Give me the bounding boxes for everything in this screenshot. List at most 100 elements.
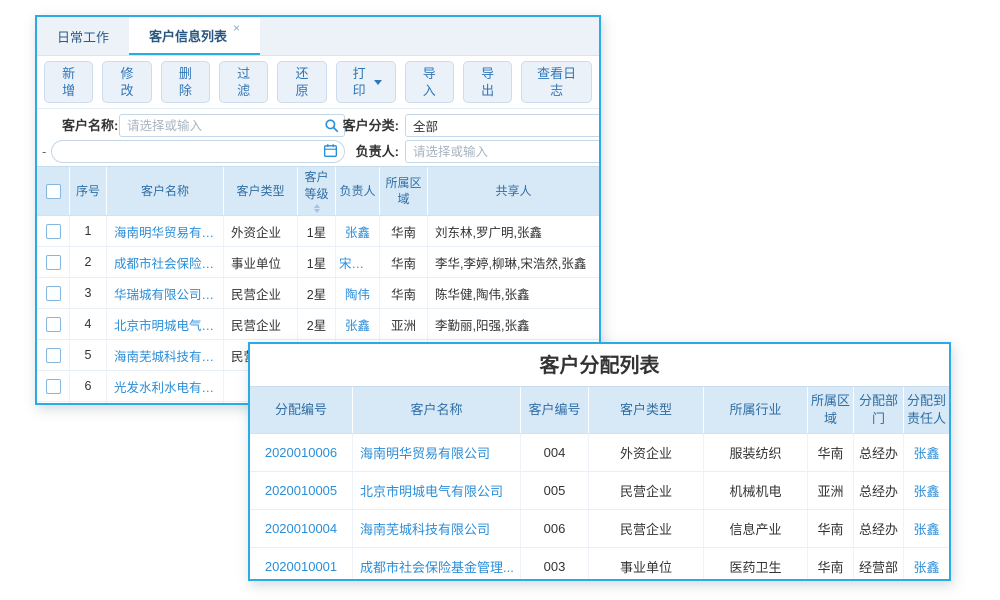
department-cell: 总经办 [854, 510, 904, 547]
customer-name-cell: 海南芜城科技有限公司 [353, 510, 521, 547]
customer-category-select[interactable] [405, 114, 601, 137]
table-row: 4北京市明城电气有限公司民营企业2星张鑫亚洲李勤丽,阳强,张鑫 [37, 309, 599, 340]
checkbox-cell [37, 247, 70, 277]
shared-with-cell: 刘东林,罗广明,张鑫 [428, 216, 599, 246]
toolbar: 新增修改删除过滤还原打印 导入导出查看日志 [37, 56, 599, 109]
row-checkbox[interactable] [46, 379, 61, 394]
tab-customer-info-list[interactable]: 客户信息列表× [129, 17, 260, 55]
customer-name-link[interactable]: 海南明华贸易有限公司 [360, 443, 490, 462]
owner-cell: 陶伟 [336, 278, 380, 308]
customer-code-cell: 006 [521, 510, 589, 547]
column-header: 客户编号 [521, 387, 589, 433]
row-checkbox[interactable] [46, 348, 61, 363]
restore-button[interactable]: 还原 [277, 61, 326, 103]
customer-type-cell: 民营企业 [224, 309, 298, 339]
date-input[interactable] [51, 140, 345, 163]
button-label: 修改 [116, 65, 137, 99]
owner-link[interactable]: 张鑫 [345, 315, 370, 334]
row-checkbox[interactable] [46, 224, 61, 239]
checkbox-cell [37, 216, 70, 246]
caret-down-icon [374, 80, 382, 85]
customer-type-cell: 民营企业 [224, 278, 298, 308]
customer-name-link[interactable]: 北京市明城电气有限公司 [114, 315, 220, 334]
checkbox-cell [37, 340, 70, 370]
button-label: 打印 [350, 65, 369, 99]
industry-cell: 机械机电 [704, 472, 808, 509]
row-number-cell: 2 [70, 247, 107, 277]
allocation-table: 分配编号客户名称客户编号客户类型所属行业所属区域分配部门分配到责任人 20200… [250, 386, 949, 581]
import-button[interactable]: 导入 [405, 61, 454, 103]
filter-area: 客户名称: 客户分类: - 负责人: [37, 109, 599, 166]
add-button[interactable]: 新增 [44, 61, 93, 103]
column-header: 客户类型 [224, 167, 298, 215]
assignee-link[interactable]: 张鑫 [913, 557, 939, 576]
delete-button[interactable]: 删除 [161, 61, 210, 103]
column-header: 共享人 [428, 167, 599, 215]
customer-name-link[interactable]: 海南明华贸易有限公司 [114, 222, 220, 241]
print-button[interactable]: 打印 [336, 61, 396, 103]
column-header: 分配到责任人 [904, 387, 949, 433]
customer-name-link[interactable]: 成都市社会保险基金管理... [114, 253, 220, 272]
column-header: 所属行业 [704, 387, 808, 433]
checkbox-cell [37, 371, 70, 401]
assignee-cell: 张鑫 [904, 434, 949, 471]
table-row: 1海南明华贸易有限公司外资企业1星张鑫华南刘东林,罗广明,张鑫 [37, 216, 599, 247]
column-header [37, 167, 70, 215]
region-cell: 华南 [380, 247, 428, 277]
checkbox-cell [37, 402, 70, 405]
industry-cell: 医药卫生 [704, 548, 808, 581]
owner-cell: 张鑫 [336, 216, 380, 246]
customer-name-input[interactable] [119, 114, 345, 137]
owner-input[interactable] [405, 140, 601, 163]
column-header: 客户名称 [353, 387, 521, 433]
customer-name-link[interactable]: 海南芜城科技有限公司 [360, 519, 490, 538]
allocation-id-link[interactable]: 2020010004 [265, 521, 337, 536]
tab-daily-work[interactable]: 日常工作 [37, 17, 129, 55]
customer-name-link[interactable]: 北京市明城电气有限公司 [360, 481, 503, 500]
view-log-button[interactable]: 查看日志 [521, 61, 592, 103]
customer-name-cell: 云南海祥信息有限公司 [107, 402, 224, 405]
row-checkbox[interactable] [46, 286, 61, 301]
button-label: 导入 [419, 65, 440, 99]
row-checkbox[interactable] [46, 317, 61, 332]
column-header: 分配编号 [250, 387, 353, 433]
column-header: 客户名称 [107, 167, 224, 215]
customer-name-link[interactable]: 成都市社会保险基金管理... [360, 557, 514, 576]
customer-code-cell: 004 [521, 434, 589, 471]
allocation-id-link[interactable]: 2020010005 [265, 483, 337, 498]
assignee-cell: 张鑫 [904, 472, 949, 509]
filter-button[interactable]: 过滤 [219, 61, 268, 103]
row-number-cell: 5 [70, 340, 107, 370]
shared-with-cell: 陈华健,陶伟,张鑫 [428, 278, 599, 308]
customer-name-cell: 海南明华贸易有限公司 [353, 434, 521, 471]
calendar-icon[interactable] [323, 143, 338, 161]
customer-name-link[interactable]: 海南芜城科技有限公司 [114, 346, 220, 365]
owner-link[interactable]: 宋浩然 [339, 253, 376, 272]
row-checkbox[interactable] [46, 255, 61, 270]
customer-name-link[interactable]: 光发水利水电有限公司 [114, 377, 220, 396]
row-number-cell: 6 [70, 371, 107, 401]
customer-name-cell: 北京市明城电气有限公司 [353, 472, 521, 509]
table-row: 3华瑞城有限公司广告设计部民营企业2星陶伟华南陈华健,陶伟,张鑫 [37, 278, 599, 309]
row-number-cell: 4 [70, 309, 107, 339]
allocation-id-cell: 2020010004 [250, 510, 353, 547]
customer-allocation-panel: 客户分配列表 分配编号客户名称客户编号客户类型所属行业所属区域分配部门分配到责任… [248, 342, 951, 581]
select-all-checkbox[interactable] [46, 184, 61, 199]
owner-link[interactable]: 张鑫 [345, 222, 370, 241]
close-tab-icon[interactable]: × [233, 21, 240, 35]
owner-link[interactable]: 陶伟 [345, 284, 370, 303]
sort-icon[interactable] [314, 204, 320, 213]
customer-grade-cell: 2星 [298, 309, 336, 339]
region-cell: 华南 [380, 216, 428, 246]
assignee-link[interactable]: 张鑫 [913, 443, 939, 462]
modify-button[interactable]: 修改 [102, 61, 151, 103]
column-header: 所属区域 [380, 167, 428, 215]
allocation-id-link[interactable]: 2020010001 [265, 559, 337, 574]
allocation-id-link[interactable]: 2020010006 [265, 445, 337, 460]
assignee-link[interactable]: 张鑫 [913, 481, 939, 500]
row-number-cell: 1 [70, 216, 107, 246]
assignee-link[interactable]: 张鑫 [913, 519, 939, 538]
export-button[interactable]: 导出 [463, 61, 512, 103]
customer-type-cell: 外资企业 [589, 434, 704, 471]
customer-name-link[interactable]: 华瑞城有限公司广告设计部 [114, 284, 220, 303]
